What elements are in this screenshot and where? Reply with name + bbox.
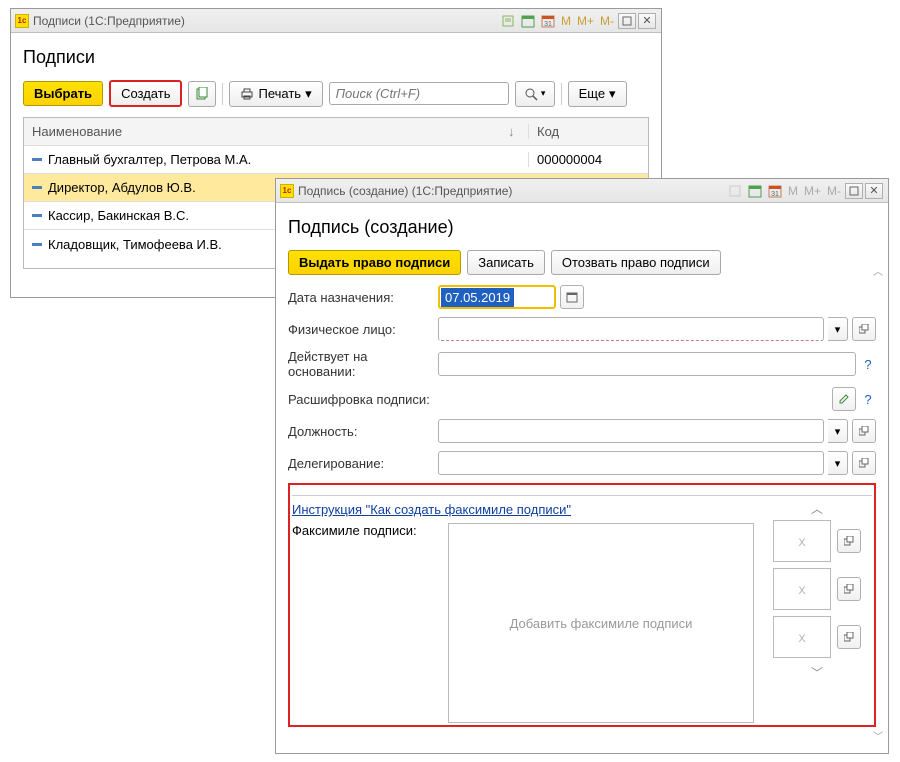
chevron-down-icon: ▾ bbox=[305, 86, 312, 102]
person-dropdown-button[interactable]: ▾ bbox=[828, 317, 848, 341]
delegation-dropdown-button[interactable]: ▾ bbox=[828, 451, 848, 475]
m-memory-icon[interactable]: M bbox=[561, 14, 571, 28]
person-label: Физическое лицо: bbox=[288, 322, 438, 337]
titlebar-1: 1c Подписи (1С:Предприятие) 31 M M+ M- ✕ bbox=[11, 9, 661, 33]
thumbnail-column: ︿ x x x ﹀ bbox=[762, 500, 872, 723]
toolbar-1: Выбрать Создать Печать ▾ × ▾ Еще ▾ bbox=[23, 80, 649, 107]
basis-input[interactable] bbox=[438, 352, 856, 376]
svg-text:31: 31 bbox=[544, 21, 552, 28]
calendar-31-icon[interactable]: 31 bbox=[767, 183, 783, 199]
thumb-slot[interactable]: x bbox=[773, 568, 831, 610]
thumb-slot[interactable]: x bbox=[773, 520, 831, 562]
edit-decoding-button[interactable] bbox=[832, 387, 856, 411]
scroll-down-icon[interactable]: ﹀ bbox=[873, 728, 883, 743]
chevron-down-icon: ▾ bbox=[541, 88, 546, 99]
facsimile-highlight-box: Инструкция "Как создать факсимиле подпис… bbox=[288, 483, 876, 727]
date-label: Дата назначения: bbox=[288, 290, 438, 305]
delegation-label: Делегирование: bbox=[288, 456, 438, 471]
titlebar-2: 1c Подпись (создание) (1С:Предприятие) 3… bbox=[276, 179, 888, 203]
m-memory-icon[interactable]: M bbox=[788, 184, 798, 198]
m-minus-icon[interactable]: M- bbox=[600, 14, 614, 28]
row-basis: Действует на основании: ? bbox=[288, 349, 876, 379]
copy-button[interactable] bbox=[188, 81, 216, 107]
page-title: Подписи bbox=[23, 47, 649, 68]
search-input[interactable]: × bbox=[329, 82, 509, 105]
basis-label: Действует на основании: bbox=[288, 349, 438, 379]
svg-text:31: 31 bbox=[771, 191, 779, 198]
thumb-up-button[interactable]: ︿ bbox=[811, 500, 823, 514]
calendar-picker-button[interactable] bbox=[560, 285, 584, 309]
table-header: Наименование ↓ Код bbox=[24, 118, 648, 146]
toolbar-2: Выдать право подписи Записать Отозвать п… bbox=[288, 250, 876, 275]
thumb-slot[interactable]: x bbox=[773, 616, 831, 658]
calendar-31-icon[interactable]: 31 bbox=[540, 13, 556, 29]
position-label: Должность: bbox=[288, 424, 438, 439]
instruction-link[interactable]: Инструкция "Как создать факсимиле подпис… bbox=[292, 502, 571, 517]
window-title: Подпись (создание) (1С:Предприятие) bbox=[298, 184, 512, 198]
minimize-button[interactable] bbox=[618, 13, 636, 29]
toolbar-divider-2 bbox=[561, 83, 562, 105]
row-mark-icon bbox=[32, 243, 42, 246]
more-button[interactable]: Еще ▾ bbox=[568, 81, 627, 107]
m-plus-icon[interactable]: M+ bbox=[577, 14, 594, 28]
row-mark-icon bbox=[32, 158, 42, 161]
thumb-down-button[interactable]: ﹀ bbox=[811, 664, 823, 678]
facsimile-dropzone[interactable]: Добавить факсимиле подписи bbox=[448, 523, 754, 723]
scrollbar[interactable]: ︿ ﹀ bbox=[870, 263, 886, 743]
magnifier-icon bbox=[524, 87, 538, 101]
issue-right-button[interactable]: Выдать право подписи bbox=[288, 250, 461, 275]
app-logo-icon: 1c bbox=[280, 184, 294, 198]
calendar-green-icon[interactable] bbox=[747, 183, 763, 199]
row-decoding: Расшифровка подписи: ? bbox=[288, 387, 876, 411]
toolbar-divider bbox=[222, 83, 223, 105]
print-preview-icon[interactable] bbox=[500, 13, 516, 29]
page-title: Подпись (создание) bbox=[288, 217, 876, 238]
facsimile-placeholder: Добавить факсимиле подписи bbox=[510, 616, 693, 631]
date-value: 07.05.2019 bbox=[441, 288, 514, 307]
m-plus-icon[interactable]: M+ bbox=[804, 184, 821, 198]
minimize-button[interactable] bbox=[845, 183, 863, 199]
person-input[interactable] bbox=[438, 317, 824, 341]
table-row[interactable]: Главный бухгалтер, Петрова М.А. 00000000… bbox=[24, 146, 648, 174]
create-button[interactable]: Создать bbox=[109, 80, 182, 107]
close-button[interactable]: ✕ bbox=[638, 13, 656, 29]
revoke-right-button[interactable]: Отозвать право подписи bbox=[551, 250, 721, 275]
select-button[interactable]: Выбрать bbox=[23, 81, 103, 106]
delegation-input[interactable] bbox=[438, 451, 824, 475]
date-input[interactable]: 07.05.2019 bbox=[438, 285, 556, 309]
printer-icon bbox=[240, 87, 254, 101]
calendar-green-icon[interactable] bbox=[520, 13, 536, 29]
facsimile-label: Факсимиле подписи: bbox=[292, 523, 440, 723]
window-signature-create: 1c Подпись (создание) (1С:Предприятие) 3… bbox=[275, 178, 889, 754]
thumb-open-button[interactable] bbox=[837, 529, 861, 553]
row-delegation: Делегирование: ▾ bbox=[288, 451, 876, 475]
position-input[interactable] bbox=[438, 419, 824, 443]
scroll-up-icon[interactable]: ︿ bbox=[873, 263, 883, 278]
print-button[interactable]: Печать ▾ bbox=[229, 81, 322, 107]
sort-indicator-icon[interactable]: ↓ bbox=[508, 124, 528, 139]
col-name-header[interactable]: Наименование bbox=[24, 124, 508, 139]
row-mark-icon bbox=[32, 214, 42, 217]
thumb-open-button[interactable] bbox=[837, 625, 861, 649]
row-position: Должность: ▾ bbox=[288, 419, 876, 443]
find-button[interactable]: ▾ bbox=[515, 81, 555, 107]
window-title: Подписи (1С:Предприятие) bbox=[33, 14, 185, 28]
print-preview-icon[interactable] bbox=[727, 183, 743, 199]
row-date: Дата назначения: 07.05.2019 bbox=[288, 285, 876, 309]
col-code-header[interactable]: Код bbox=[528, 124, 648, 139]
row-person: Физическое лицо: ▾ bbox=[288, 317, 876, 341]
app-logo-icon: 1c bbox=[15, 14, 29, 28]
position-dropdown-button[interactable]: ▾ bbox=[828, 419, 848, 443]
row-mark-icon bbox=[32, 186, 42, 189]
thumb-open-button[interactable] bbox=[837, 577, 861, 601]
chevron-down-icon: ▾ bbox=[609, 86, 616, 102]
m-minus-icon[interactable]: M- bbox=[827, 184, 841, 198]
save-button[interactable]: Записать bbox=[467, 250, 545, 275]
close-button[interactable]: ✕ bbox=[865, 183, 883, 199]
decoding-label: Расшифровка подписи: bbox=[288, 392, 438, 407]
